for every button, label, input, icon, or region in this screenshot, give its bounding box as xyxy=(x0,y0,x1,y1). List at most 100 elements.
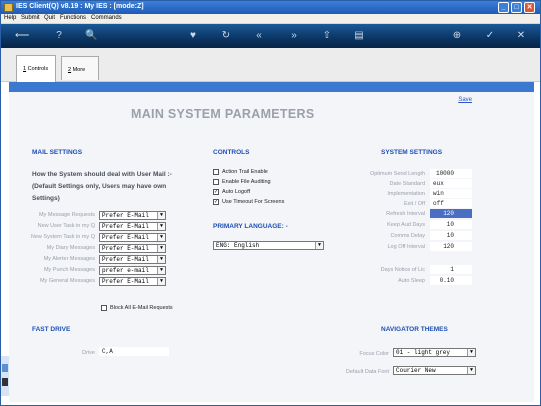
chevron-down-icon: ▼ xyxy=(157,234,165,241)
timeout-screens-checkbox[interactable]: ✓ xyxy=(213,199,219,205)
tab-label: Controls xyxy=(27,66,49,72)
mail-row-select[interactable]: Prefer E-Mail ▼ xyxy=(99,277,166,286)
mail-row-label: My Message Requests xyxy=(39,212,95,218)
log-off-interval-field[interactable]: 120 xyxy=(430,242,472,251)
date-standard-field[interactable]: eux xyxy=(430,179,472,188)
mail-row-select[interactable]: Prefer E-Mail ▼ xyxy=(99,244,166,253)
refresh-icon[interactable]: ↻ xyxy=(220,30,232,42)
system-row-label: Implementation xyxy=(387,191,425,197)
mail-row-label: My Diary Messages xyxy=(46,245,95,251)
timeout-screens-label: Use Timeout For Screens xyxy=(222,199,285,205)
tab-more[interactable]: 2 More xyxy=(61,56,99,80)
back-arrow-icon[interactable]: ⟵ xyxy=(15,30,29,42)
search-icon[interactable]: 🔍 xyxy=(85,30,97,42)
dock-exit-icon[interactable] xyxy=(2,378,8,386)
heart-icon[interactable]: ♥ xyxy=(187,30,199,42)
action-trail-checkbox[interactable] xyxy=(213,169,219,175)
mail-row-select[interactable]: Prefer E-Mail ▼ xyxy=(99,211,166,220)
select-value: Prefer E-Mail xyxy=(102,256,149,263)
exit-off-field[interactable]: off xyxy=(430,199,472,208)
app-window: IES Client(Q) v8.19 : My IES : [mode:Z] … xyxy=(0,0,541,406)
dock-app-icon[interactable] xyxy=(2,364,8,372)
mail-row-select[interactable]: Prefer E-Mail ▼ xyxy=(99,222,166,231)
window-title: IES Client(Q) v8.19 : My IES : [mode:Z] xyxy=(16,3,144,10)
mail-row-label: My General Messages xyxy=(39,278,95,284)
license-notice-label: Days Notice of Lic xyxy=(380,267,425,273)
menu-help[interactable]: Help xyxy=(4,15,16,21)
drive-field[interactable]: C,A xyxy=(99,347,169,356)
select-value: Prefer E-Mail xyxy=(102,278,149,285)
select-value: 01 - light grey xyxy=(396,349,451,356)
document-icon[interactable]: ▤ xyxy=(353,30,365,42)
system-row-label: Exit / Off xyxy=(404,201,425,207)
chevron-down-icon: ▼ xyxy=(157,245,165,252)
auto-sleep-label: Auto Sleep xyxy=(398,278,425,284)
main-panel: Save MAIN SYSTEM PARAMETERS MAIL SETTING… xyxy=(9,82,534,402)
app-icon xyxy=(4,3,13,12)
system-settings-title: SYSTEM SETTINGS xyxy=(381,149,443,156)
auto-logoff-label: Auto Logoff xyxy=(222,189,251,195)
tab-number: 2 xyxy=(68,67,72,73)
chevron-down-icon: ▼ xyxy=(157,256,165,263)
minimize-button[interactable]: _ xyxy=(498,2,509,13)
select-value: Prefer E-Mail xyxy=(102,223,149,230)
mail-row-select[interactable]: Prefer E-Mail ▼ xyxy=(99,255,166,264)
tab-controls[interactable]: 1 Controls xyxy=(16,55,56,82)
optimum-send-length-field[interactable]: 10000 xyxy=(430,169,472,178)
tab-strip: 1 Controls 2 More xyxy=(1,48,540,82)
auto-logoff-checkbox[interactable]: ✓ xyxy=(213,189,219,195)
header-stripe xyxy=(9,82,534,92)
close-window-button[interactable]: ✕ xyxy=(524,2,535,13)
forward-icon[interactable]: » xyxy=(288,30,300,42)
menu-bar: Help Submit Quit Functions Commands xyxy=(1,14,540,24)
page-title: MAIN SYSTEM PARAMETERS xyxy=(131,107,315,121)
implementation-field[interactable]: win xyxy=(430,189,472,198)
language-select[interactable]: ENG: English ▼ xyxy=(213,241,324,250)
chevron-down-icon: ▼ xyxy=(157,278,165,285)
auto-sleep-field[interactable]: 0.10 xyxy=(430,276,472,285)
file-auditing-label: Enable File Auditing xyxy=(222,179,271,185)
menu-functions[interactable]: Functions xyxy=(60,15,86,21)
help-icon[interactable]: ? xyxy=(53,30,65,42)
system-row-label: Optimum Send Length xyxy=(369,171,425,177)
comms-delay-field[interactable]: 10 xyxy=(430,231,472,240)
mail-settings-title: MAIL SETTINGS xyxy=(32,149,83,156)
title-bar[interactable]: IES Client(Q) v8.19 : My IES : [mode:Z] … xyxy=(1,1,540,14)
menu-quit[interactable]: Quit xyxy=(44,15,55,21)
mail-row-select[interactable]: Prefer E-Mail ▼ xyxy=(99,233,166,242)
fast-drive-title: FAST DRIVE xyxy=(32,326,71,333)
chevron-down-icon: ▼ xyxy=(467,367,475,374)
rewind-icon[interactable]: « xyxy=(253,30,265,42)
focus-color-label: Focus Color xyxy=(359,351,389,357)
default-font-select[interactable]: Courier New ▼ xyxy=(393,366,476,375)
chevron-down-icon: ▼ xyxy=(157,223,165,230)
refresh-interval-field[interactable]: 120 xyxy=(430,209,472,218)
menu-submit[interactable]: Submit xyxy=(21,15,40,21)
license-notice-field[interactable]: 1 xyxy=(430,265,472,274)
system-row-label: Keep Aud Days xyxy=(387,222,425,228)
system-row-label: Date Standard xyxy=(389,181,425,187)
mail-row-label: New System Task in my Q xyxy=(30,234,95,240)
checkmark-icon[interactable]: ✓ xyxy=(484,30,496,42)
select-value: ENG: English xyxy=(216,242,260,249)
select-value: Courier New xyxy=(396,367,436,374)
mail-row-label: My Punch Messages xyxy=(43,267,95,273)
save-link[interactable]: Save xyxy=(458,97,472,103)
upload-icon[interactable]: ⇧ xyxy=(321,30,333,42)
drive-label: Drive xyxy=(82,350,95,356)
file-auditing-checkbox[interactable] xyxy=(213,179,219,185)
primary-language-title: PRIMARY LANGUAGE: - xyxy=(213,223,288,230)
block-email-checkbox[interactable] xyxy=(101,305,107,311)
menu-commands[interactable]: Commands xyxy=(91,15,122,21)
keep-aud-days-field[interactable]: 10 xyxy=(430,220,472,229)
mail-row-select[interactable]: prefer e-mail ▼ xyxy=(99,266,166,275)
close-icon[interactable]: ✕ xyxy=(515,30,527,42)
chevron-down-icon: ▼ xyxy=(467,349,475,356)
select-value: Prefer E-Mail xyxy=(102,234,149,241)
maximize-button[interactable]: □ xyxy=(511,2,522,13)
focus-color-select[interactable]: 01 - light grey ▼ xyxy=(393,348,476,357)
controls-title: CONTROLS xyxy=(213,149,250,156)
globe-icon[interactable]: ⊕ xyxy=(451,30,463,42)
system-row-label: Comms Delay xyxy=(390,233,425,239)
system-row-label: Log Off Interval xyxy=(387,244,425,250)
